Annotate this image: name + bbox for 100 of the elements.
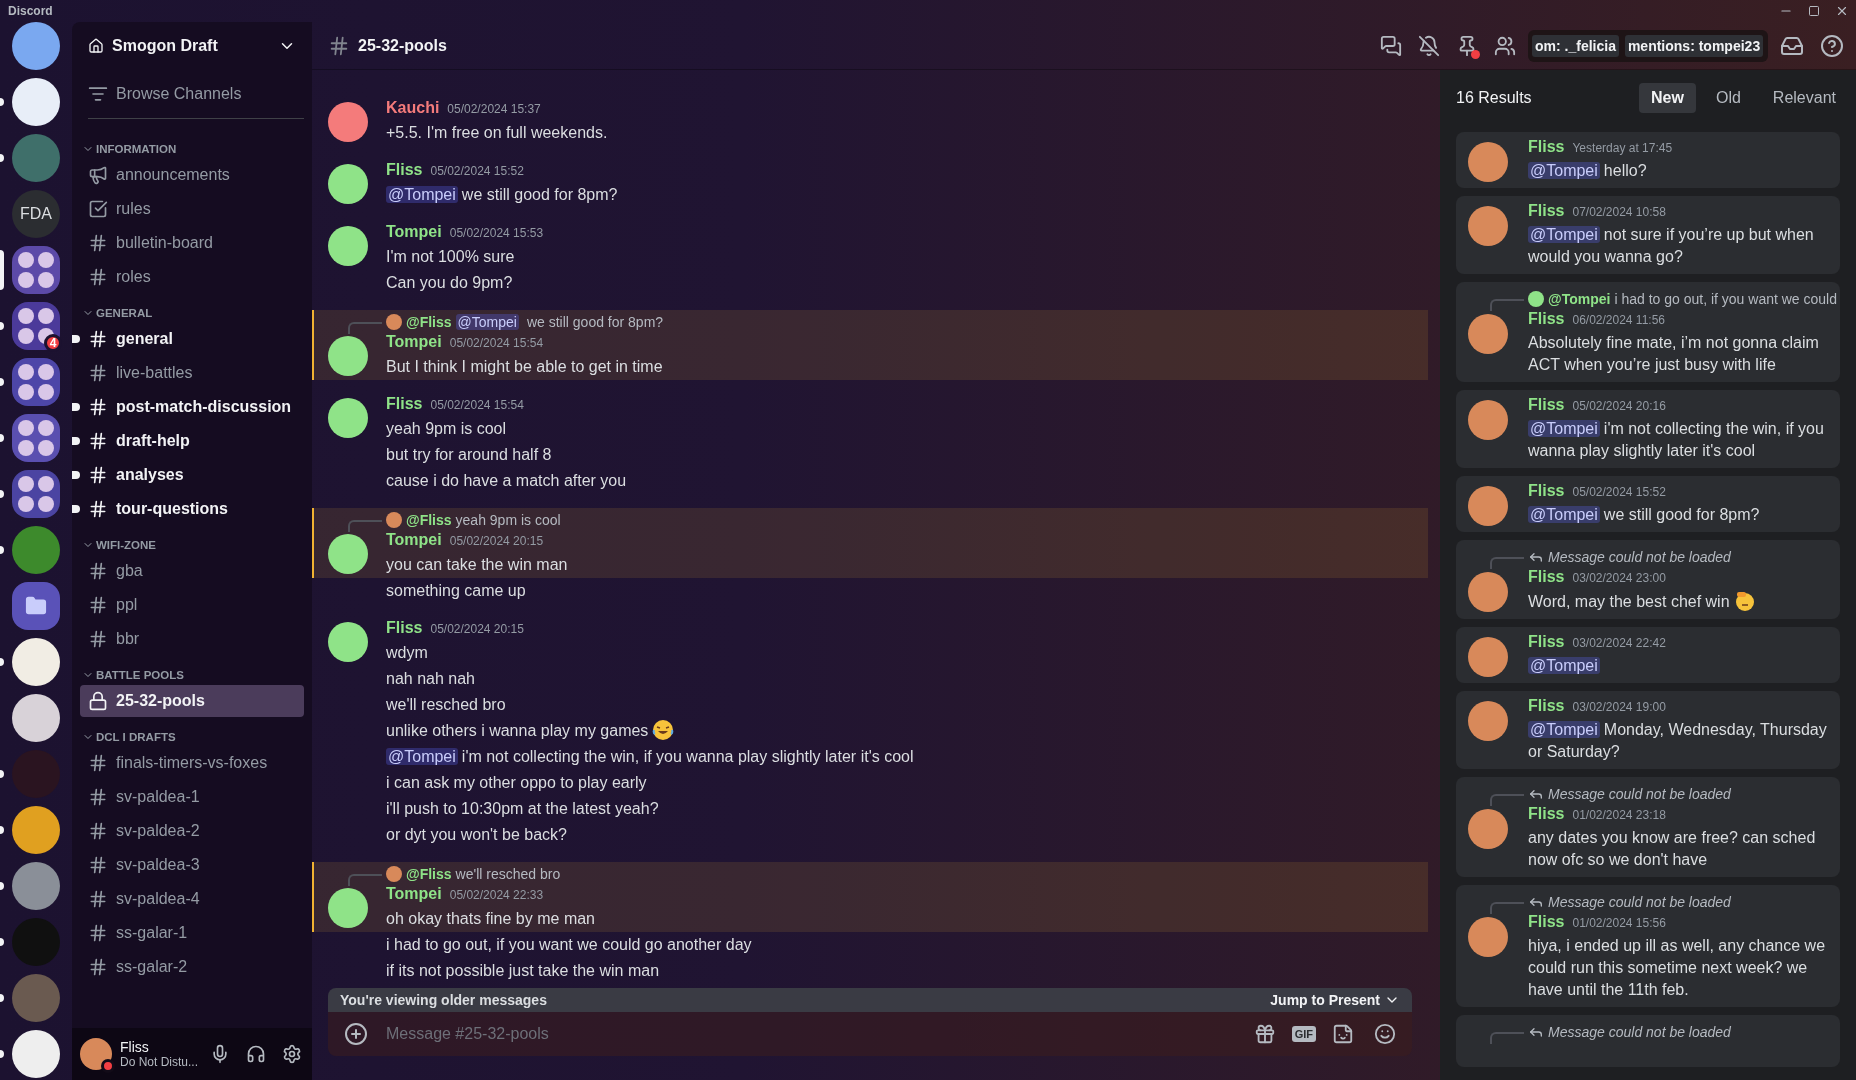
reply-text[interactable]: i had to go out, if you want we could xyxy=(1614,291,1837,307)
mention-link[interactable]: @Tompei xyxy=(1528,657,1600,674)
search-result[interactable]: Fliss Yesterday at 17:45 @Tompei hello? xyxy=(1456,132,1840,188)
search-result[interactable]: Fliss 03/02/2024 19:00 @Tompei Monday, Wednesday, Thursday or Saturday? xyxy=(1456,691,1840,769)
user-avatar[interactable] xyxy=(328,534,368,574)
author-name[interactable]: Fliss xyxy=(386,161,423,179)
author-name[interactable]: Fliss xyxy=(1528,633,1565,651)
channel-item[interactable]: announcements xyxy=(80,159,304,191)
channel-item[interactable]: tour-questions xyxy=(80,493,304,525)
sort-tab[interactable]: Relevant xyxy=(1760,83,1848,113)
channel-item[interactable]: bulletin-board xyxy=(80,227,304,259)
user-avatar[interactable] xyxy=(328,164,368,204)
user-avatar[interactable] xyxy=(328,102,368,142)
search-field[interactable]: om: ._felicia mentions: tompei23 xyxy=(1528,29,1768,62)
reply-author[interactable]: @Fliss xyxy=(406,314,452,330)
search-result[interactable]: Fliss 05/02/2024 15:52 @Tompei we still good for 8pm? xyxy=(1456,476,1840,532)
user-avatar[interactable] xyxy=(328,226,368,266)
author-name[interactable]: Tompei xyxy=(386,885,442,903)
mention-link[interactable]: @Tompei xyxy=(1528,226,1600,243)
author-name[interactable]: Tompei xyxy=(386,333,442,351)
channel-item[interactable]: sv-paldea-4 xyxy=(80,883,304,915)
author-name[interactable]: Kauchi xyxy=(386,99,440,117)
server-icon[interactable] xyxy=(12,806,60,854)
search-filter[interactable]: om: ._felicia xyxy=(1532,34,1619,57)
category-header[interactable]: BATTLE POOLS xyxy=(80,657,184,685)
mention-link[interactable]: @Tompei xyxy=(386,748,458,765)
user-avatar[interactable] xyxy=(80,1038,112,1070)
author-name[interactable]: Fliss xyxy=(1528,202,1565,220)
search-filter[interactable]: mentions: tompei23 xyxy=(1624,34,1764,57)
server-button[interactable]: FDA xyxy=(12,190,60,238)
search-result[interactable]: Message could not be loaded Fliss 01/02/2024 23:18 any dates you know are free? can sched now ofc so we don't have xyxy=(1456,777,1840,877)
channel-item[interactable]: 25-32-pools xyxy=(80,685,304,717)
search-result[interactable]: @Tompei i had to go out, if you want we could Fliss 06/02/2024 11:56 Absolutely fine mate, i’m not gonna claim ACT when you’re just busy with life xyxy=(1456,282,1840,382)
jump-to-present-button[interactable]: Jump to Present xyxy=(1270,992,1400,1008)
reply-author[interactable]: @Tompei xyxy=(1548,291,1611,307)
channel-item[interactable]: general xyxy=(80,323,304,355)
gif-button[interactable]: GIF xyxy=(1291,1026,1316,1042)
server-icon[interactable] xyxy=(12,22,60,70)
channel-item[interactable]: sv-paldea-3 xyxy=(80,849,304,881)
author-name[interactable]: Fliss xyxy=(1528,568,1565,586)
channel-item[interactable]: post-match-discussion xyxy=(80,391,304,423)
channel-item[interactable]: draft-help xyxy=(80,425,304,457)
channel-item[interactable]: ss-galar-1 xyxy=(80,917,304,949)
mention-link[interactable]: @Tompei xyxy=(1528,420,1600,437)
server-folder[interactable] xyxy=(12,302,60,350)
channel-item[interactable]: ss-galar-2 xyxy=(80,951,304,983)
server-icon[interactable] xyxy=(12,694,60,742)
reply-author[interactable]: @Fliss xyxy=(406,866,452,882)
server-folder[interactable] xyxy=(12,358,60,406)
author-name[interactable]: Fliss xyxy=(386,619,423,637)
sort-tab[interactable]: Old xyxy=(1703,83,1753,113)
author-name[interactable]: Fliss xyxy=(1528,913,1565,931)
search-result[interactable]: Fliss 05/02/2024 20:16 @Tompei i'm not collecting the win, if you wanna play slightly later it's cool xyxy=(1456,390,1840,468)
channel-item[interactable]: rules xyxy=(80,193,304,225)
author-name[interactable]: Tompei xyxy=(386,223,442,241)
search-result[interactable]: Fliss 07/02/2024 10:58 @Tompei not sure if you’re up but when would you wanna go? xyxy=(1456,196,1840,274)
user-avatar[interactable] xyxy=(328,622,368,662)
channel-item[interactable]: finals-timers-vs-foxes xyxy=(80,747,304,779)
server-icon[interactable] xyxy=(12,1030,60,1078)
reply-author[interactable]: @Fliss xyxy=(406,512,452,528)
author-name[interactable]: Fliss xyxy=(1528,697,1565,715)
search-result[interactable]: Message could not be loaded xyxy=(1456,1015,1840,1067)
search-result[interactable]: Fliss 03/02/2024 22:42 @Tompei xyxy=(1456,627,1840,683)
reply-text[interactable]: yeah 9pm is cool xyxy=(455,512,561,528)
sort-tab[interactable]: New xyxy=(1639,83,1696,113)
author-name[interactable]: Fliss xyxy=(386,395,423,413)
channel-item[interactable]: roles xyxy=(80,261,304,293)
category-header[interactable]: GENERAL xyxy=(80,295,153,323)
channel-item[interactable]: ppl xyxy=(80,589,304,621)
channel-item[interactable]: gba xyxy=(80,555,304,587)
server-header[interactable]: Smogon Draft xyxy=(72,22,312,70)
author-name[interactable]: Fliss xyxy=(1528,805,1565,823)
user-avatar[interactable] xyxy=(328,336,368,376)
server-icon[interactable] xyxy=(12,638,60,686)
category-header[interactable]: DCL I DRAFTS xyxy=(80,719,176,747)
server-folder[interactable] xyxy=(12,414,60,462)
category-header[interactable]: INFORMATION xyxy=(80,131,177,159)
server-folder[interactable] xyxy=(12,470,60,518)
folder-button[interactable] xyxy=(12,582,60,630)
author-name[interactable]: Fliss xyxy=(1528,310,1565,328)
channel-item[interactable]: live-battles xyxy=(80,357,304,389)
channel-item[interactable]: sv-paldea-2 xyxy=(80,815,304,847)
mention-link[interactable]: @Tompei xyxy=(386,186,458,203)
channel-item[interactable]: analyses xyxy=(80,459,304,491)
channel-item[interactable]: sv-paldea-1 xyxy=(80,781,304,813)
mention-link[interactable]: @Tompei xyxy=(455,314,519,330)
mention-link[interactable]: @Tompei xyxy=(1528,506,1600,523)
author-name[interactable]: Fliss xyxy=(1528,396,1565,414)
mention-link[interactable]: @Tompei xyxy=(1528,721,1600,738)
server-icon[interactable] xyxy=(12,78,60,126)
browse-channels-button[interactable]: Browse Channels xyxy=(80,74,304,114)
user-avatar[interactable] xyxy=(328,398,368,438)
search-result[interactable]: Message could not be loaded Fliss 01/02/2024 15:56 hiya, i ended up ill as well, any chance we could run this sometime next week? we have until the 11th feb. xyxy=(1456,885,1840,1007)
mention-link[interactable]: @Tompei xyxy=(1528,162,1600,179)
author-name[interactable]: Fliss xyxy=(1528,138,1565,156)
search-result[interactable]: Message could not be loaded Fliss 03/02/2024 23:00 Word, may the best chef win xyxy=(1456,540,1840,619)
author-name[interactable]: Fliss xyxy=(1528,482,1565,500)
user-avatar[interactable] xyxy=(328,888,368,928)
server-folder[interactable] xyxy=(12,246,60,294)
reply-text[interactable]: we still good for 8pm? xyxy=(526,314,664,330)
